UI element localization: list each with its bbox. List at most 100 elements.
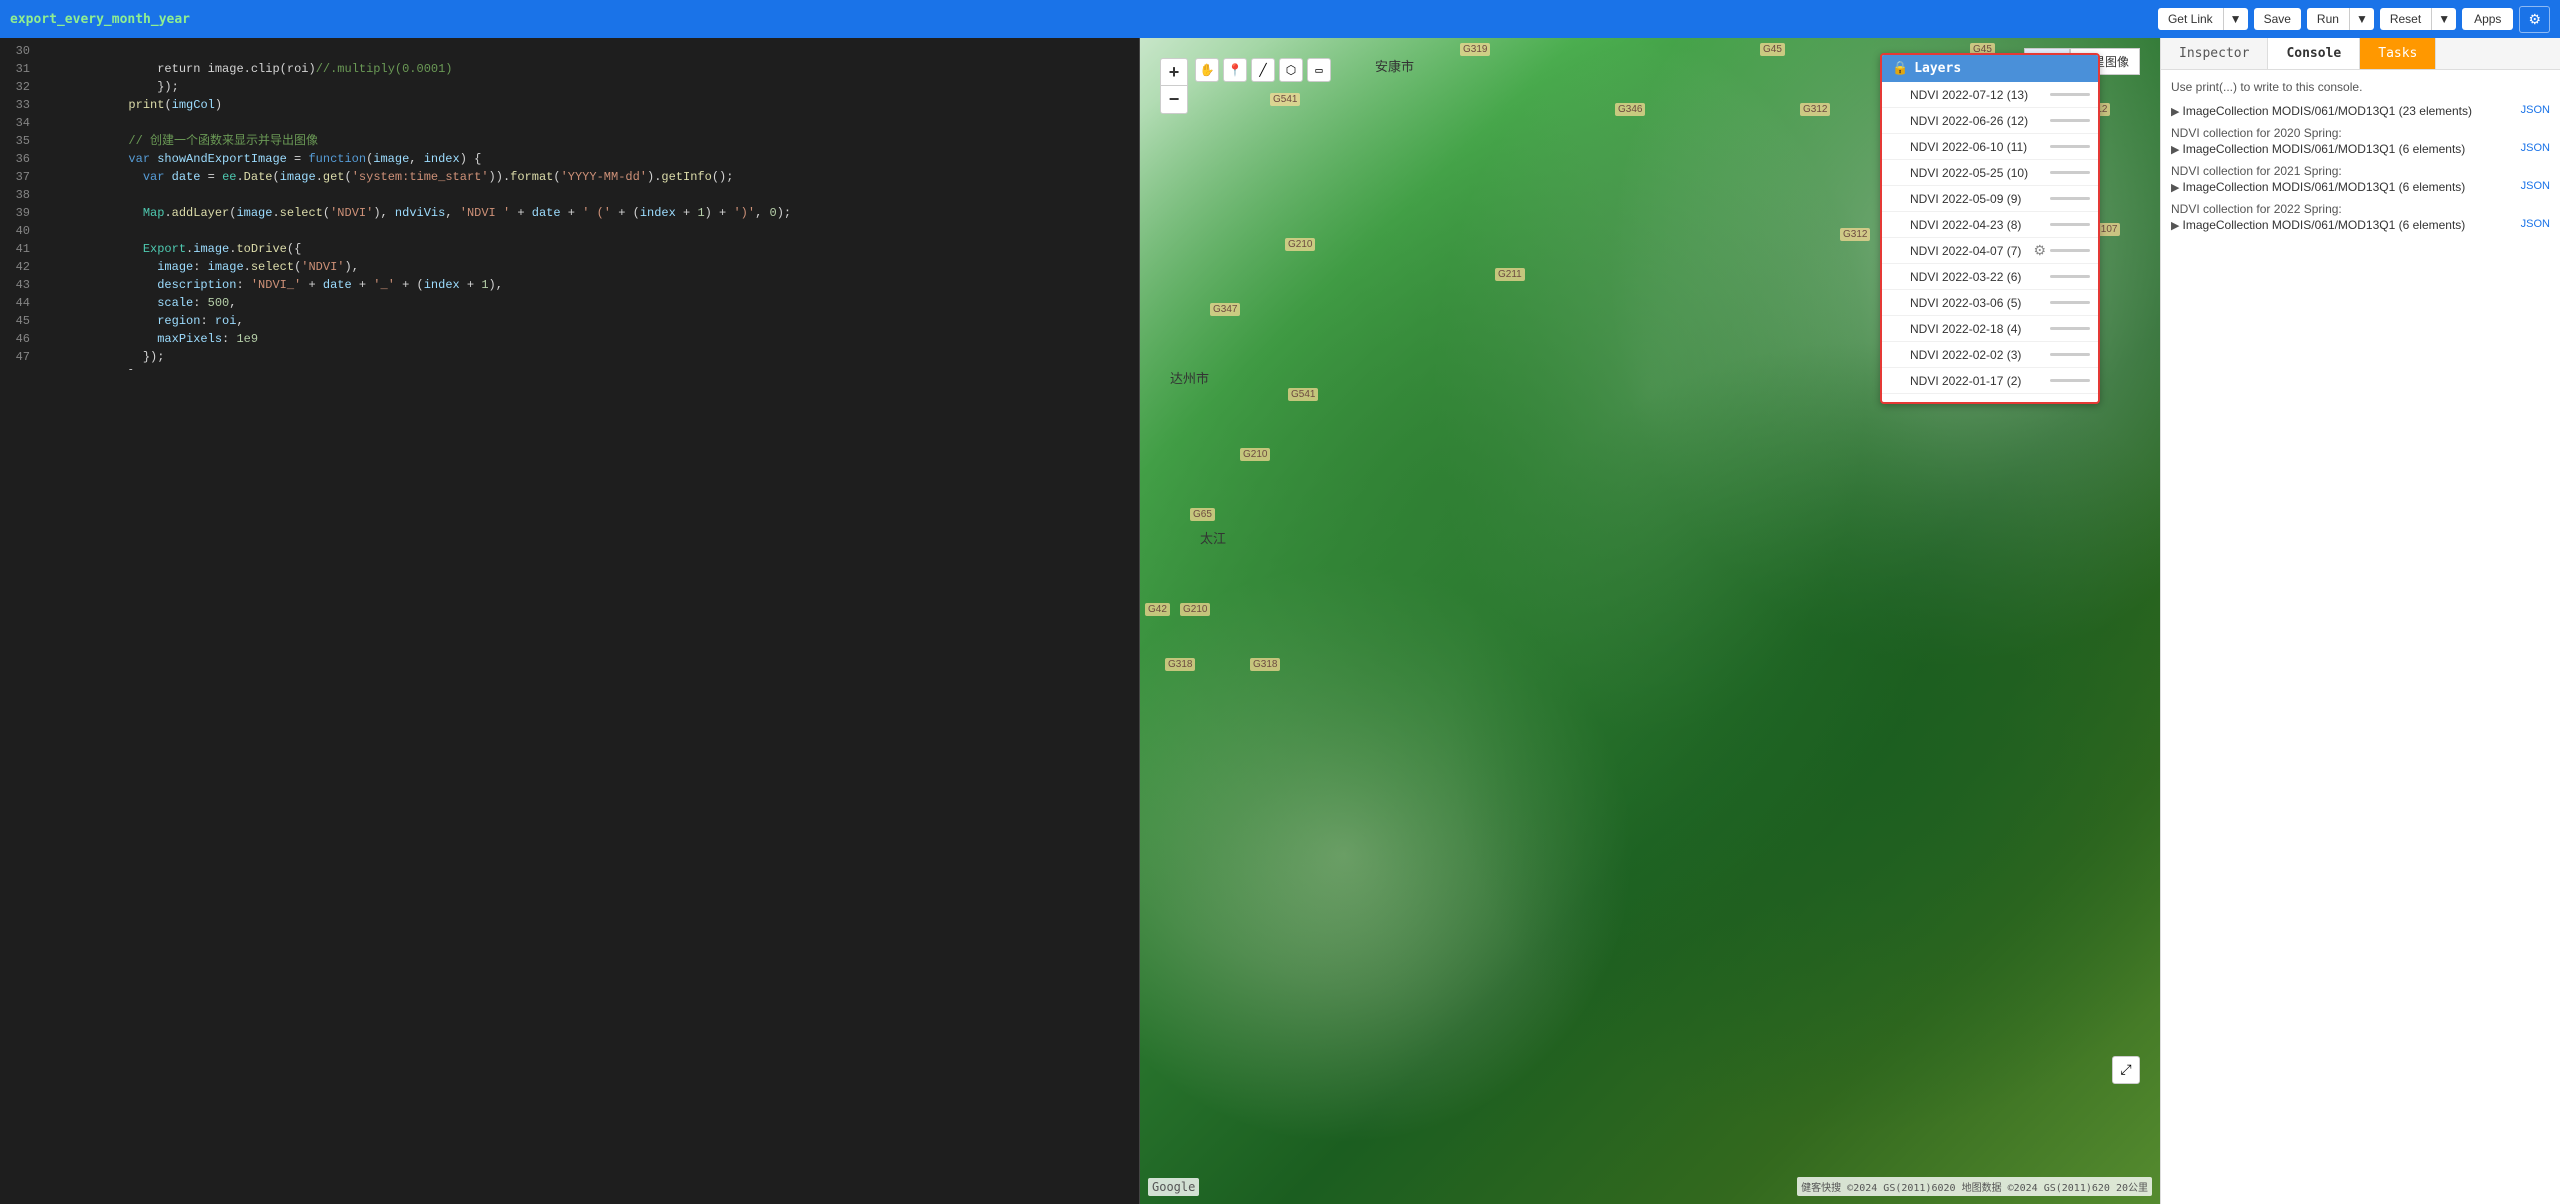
console-arrow-0[interactable]: ▶ [2171, 106, 2183, 118]
layer-slider-9[interactable] [2050, 327, 2090, 330]
console-text-3: ImageCollection MODIS/061/MOD13Q1 (6 ele… [2183, 218, 2466, 232]
reset-arrow[interactable]: ▼ [2432, 8, 2456, 30]
code-content: return image.clip(roi)//.multiply(0.0001… [38, 38, 1139, 370]
layer-slider-2[interactable] [2050, 145, 2090, 148]
tab-inspector[interactable]: Inspector [2161, 38, 2268, 69]
layer-slider-1[interactable] [2050, 119, 2090, 122]
use-print-hint: Use print(...) to write to this console. [2171, 80, 2550, 94]
layer-name-0: NDVI 2022-07-12 (13) [1910, 88, 2046, 102]
tab-console[interactable]: Console [2268, 38, 2360, 69]
map-tools: ✋ 📍 ╱ ⬡ ▭ [1195, 58, 1331, 82]
code-line-38: Map.addLayer(image.select('NDVI'), ndviV… [38, 186, 1139, 204]
layer-name-9: NDVI 2022-02-18 (4) [1910, 322, 2046, 336]
console-arrow-3[interactable]: ▶ [2171, 220, 2183, 232]
apps-button[interactable]: Apps [2462, 8, 2513, 30]
layer-slider-7[interactable] [2050, 275, 2090, 278]
line-numbers: 30 31 32 33 34 35 36 37 38 39 40 41 42 4… [0, 38, 38, 370]
map-attribution: 健客快搜 ©2024 GS(2011)6020 地图数据 ©2024 GS(20… [1797, 1177, 2152, 1196]
rect-tool[interactable]: ▭ [1307, 58, 1331, 82]
layer-slider-0[interactable] [2050, 93, 2090, 96]
console-text-0: ImageCollection MODIS/061/MOD13Q1 (23 el… [2183, 104, 2472, 118]
layer-name-7: NDVI 2022-03-22 (6) [1910, 270, 2046, 284]
layer-item-0[interactable]: NDVI 2022-07-12 (13) [1882, 82, 2098, 108]
console-items: ▶ ImageCollection MODIS/061/MOD13Q1 (23 … [2171, 104, 2550, 232]
layers-header: 🔒 Layers [1882, 55, 2098, 82]
map-background: 安康市 信阳市 达州市 安庆市 铜陵市 池州市 太江 G45 G319 G45 … [1140, 38, 2160, 1204]
layer-slider-3[interactable] [2050, 171, 2090, 174]
code-line-34: // 创建一个函数来显示并导出图像 [38, 114, 1139, 132]
layer-item-5[interactable]: NDVI 2022-04-23 (8) [1882, 212, 2098, 238]
layer-item-6[interactable]: NDVI 2022-04-07 (7)⚙ [1882, 238, 2098, 264]
layer-item-12[interactable]: ✓NDVI 2022-01-01 (1) [1882, 394, 2098, 402]
layers-title: Layers [1914, 61, 1961, 76]
map-area[interactable]: 安康市 信阳市 达州市 安庆市 铜陵市 池州市 太江 G45 G319 G45 … [1140, 38, 2160, 1204]
console-json-2[interactable]: JSON [2521, 180, 2550, 192]
layer-name-8: NDVI 2022-03-06 (5) [1910, 296, 2046, 310]
zoom-out-button[interactable]: − [1160, 86, 1188, 114]
reset-group: Reset ▼ [2380, 8, 2456, 30]
console-json-3[interactable]: JSON [2521, 218, 2550, 230]
layer-slider-11[interactable] [2050, 379, 2090, 382]
run-group: Run ▼ [2307, 8, 2374, 30]
console-text-2: ImageCollection MODIS/061/MOD13Q1 (6 ele… [2183, 180, 2466, 194]
main-layout: 30 31 32 33 34 35 36 37 38 39 40 41 42 4… [0, 38, 2560, 1204]
shape-tool[interactable]: ⬡ [1279, 58, 1303, 82]
code-line-30: return image.clip(roi)//.multiply(0.0001… [38, 42, 1139, 60]
console-arrow-2[interactable]: ▶ [2171, 182, 2183, 194]
settings-gear-icon[interactable]: ⚙ [2519, 6, 2550, 33]
layer-name-10: NDVI 2022-02-02 (3) [1910, 348, 2046, 362]
reset-button[interactable]: Reset [2380, 8, 2432, 30]
run-button[interactable]: Run [2307, 8, 2350, 30]
layer-checkbox-12[interactable]: ✓ [1890, 399, 1904, 403]
tab-tasks[interactable]: Tasks [2360, 38, 2436, 69]
run-arrow[interactable]: ▼ [2350, 8, 2374, 30]
console-item-1: NDVI collection for 2020 Spring:▶ ImageC… [2171, 126, 2550, 156]
layer-name-4: NDVI 2022-05-09 (9) [1910, 192, 2046, 206]
console-json-0[interactable]: JSON [2521, 104, 2550, 116]
get-link-arrow[interactable]: ▼ [2224, 8, 2248, 30]
code-area[interactable]: 30 31 32 33 34 35 36 37 38 39 40 41 42 4… [0, 38, 1139, 370]
layer-name-2: NDVI 2022-06-10 (11) [1910, 140, 2046, 154]
layer-slider-6[interactable] [2050, 249, 2090, 252]
console-item-2: NDVI collection for 2021 Spring: ▶ ImageC… [2171, 164, 2550, 194]
code-line-47: }; [38, 348, 1139, 366]
layer-name-3: NDVI 2022-05-25 (10) [1910, 166, 2046, 180]
console-json-1[interactable]: JSON [2521, 142, 2550, 154]
layer-item-11[interactable]: NDVI 2022-01-17 (2) [1882, 368, 2098, 394]
layer-item-8[interactable]: NDVI 2022-03-06 (5) [1882, 290, 2098, 316]
layer-item-10[interactable]: NDVI 2022-02-02 (3) [1882, 342, 2098, 368]
inspector-panel: Inspector Console Tasks Use print(...) t… [2160, 38, 2560, 1204]
get-link-button[interactable]: Get Link [2158, 8, 2224, 30]
layers-list[interactable]: NDVI 2022-07-12 (13) NDVI 2022-06-26 (12)… [1882, 82, 2098, 402]
get-link-group: Get Link ▼ [2158, 8, 2248, 30]
inspector-tabs: Inspector Console Tasks [2161, 38, 2560, 70]
layer-item-7[interactable]: NDVI 2022-03-22 (6) [1882, 264, 2098, 290]
layer-slider-10[interactable] [2050, 353, 2090, 356]
code-line-32: print(imgCol) [38, 78, 1139, 96]
line-tool[interactable]: ╱ [1251, 58, 1275, 82]
layer-item-9[interactable]: NDVI 2022-02-18 (4) [1882, 316, 2098, 342]
console-item-0: ▶ ImageCollection MODIS/061/MOD13Q1 (23 … [2171, 104, 2550, 118]
marker-tool[interactable]: 📍 [1223, 58, 1247, 82]
layers-panel: 🔒 Layers NDVI 2022-07-12 (13)NDVI 2022-0… [1880, 53, 2100, 404]
console-label-2020: NDVI collection for 2020 Spring: [2171, 126, 2550, 140]
console-label-2021: NDVI collection for 2021 Spring: [2171, 164, 2550, 178]
layer-item-2[interactable]: NDVI 2022-06-10 (11) [1882, 134, 2098, 160]
code-editor-panel: 30 31 32 33 34 35 36 37 38 39 40 41 42 4… [0, 38, 1140, 1204]
zoom-in-button[interactable]: + [1160, 58, 1188, 86]
hand-tool[interactable]: ✋ [1195, 58, 1219, 82]
layer-slider-4[interactable] [2050, 197, 2090, 200]
save-button[interactable]: Save [2254, 8, 2301, 30]
layer-item-3[interactable]: NDVI 2022-05-25 (10) [1882, 160, 2098, 186]
layer-name-5: NDVI 2022-04-23 (8) [1910, 218, 2046, 232]
layer-gear-icon-6[interactable]: ⚙ [2033, 242, 2046, 259]
layer-item-1[interactable]: NDVI 2022-06-26 (12) [1882, 108, 2098, 134]
layer-item-4[interactable]: NDVI 2022-05-09 (9) [1882, 186, 2098, 212]
layer-name-6: NDVI 2022-04-07 (7) [1910, 244, 2033, 258]
console-arrow-1[interactable]: ▶ [2171, 144, 2183, 156]
lock-icon: 🔒 [1892, 61, 1908, 76]
inspector-content: Use print(...) to write to this console.… [2161, 70, 2560, 1204]
layer-slider-8[interactable] [2050, 301, 2090, 304]
fullscreen-button[interactable]: ⤢ [2112, 1056, 2140, 1084]
layer-slider-5[interactable] [2050, 223, 2090, 226]
